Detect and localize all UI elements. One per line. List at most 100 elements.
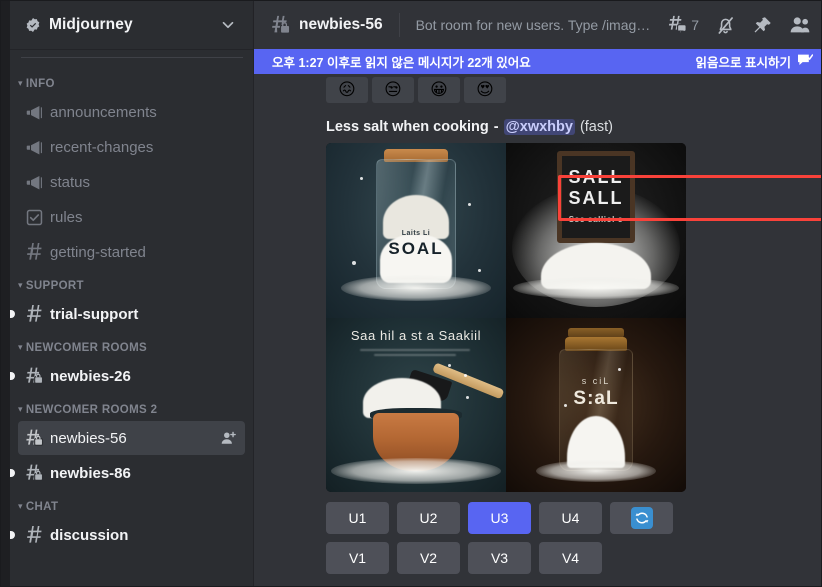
reaction-emoji: 😍 [476, 79, 494, 100]
sidebar-divider [21, 57, 243, 58]
reaction-disappointed[interactable]: 😒 [372, 77, 414, 103]
sidebar-item-label: status [50, 173, 91, 191]
grid-image-3-text: Saa hil a st a Saakiil [350, 327, 482, 343]
category-label: NEWCOMER ROOMS [25, 342, 148, 354]
unread-messages-bar[interactable]: 오후 1:27 이후로 읽지 않은 메시지가 22개 있어요 읽음으로 표시하기 [254, 49, 821, 74]
variation-button-v3[interactable]: V3 [468, 542, 531, 574]
sidebar-item-label: discussion [50, 526, 129, 544]
chevron-down-icon: ▾ [18, 500, 23, 511]
announcement-megaphone-icon [24, 137, 44, 157]
sidebar-item-label: announcements [50, 103, 157, 121]
chevron-down-icon: ▾ [18, 341, 23, 352]
threads-count: 7 [691, 17, 699, 33]
variation-button-v1[interactable]: V1 [326, 542, 389, 574]
reaction-row: 😖 😒 😀 😍 [270, 74, 821, 107]
upscale-button-u1[interactable]: U1 [326, 502, 389, 534]
message-prompt: Less salt when cooking - @xwxhby (fast) [270, 113, 821, 139]
variation-button-v4[interactable]: V4 [539, 542, 602, 574]
topbar-divider [398, 13, 400, 37]
variation-button-row: V1 V2 V3 V4 [326, 542, 821, 574]
variation-button-v2[interactable]: V2 [397, 542, 460, 574]
server-rail [1, 1, 10, 586]
mark-read-icon [797, 53, 814, 71]
add-member-icon[interactable] [219, 429, 237, 447]
hash-icon [24, 304, 44, 324]
chevron-down-icon: ▾ [18, 403, 23, 414]
server-name: Midjourney [49, 16, 133, 33]
mark-as-read-button[interactable]: 읽음으로 표시하기 [695, 52, 814, 71]
sidebar-item-newbies-56[interactable]: newbies-56 [18, 421, 245, 455]
reaction-emoji: 😀 [430, 79, 448, 100]
category-info[interactable]: ▾ INFO [1, 68, 253, 94]
channel-list[interactable]: ▾ INFO announcements recent-changes status ru… [1, 49, 253, 586]
category-support[interactable]: ▾ SUPPORT [1, 270, 253, 296]
sidebar-item-status[interactable]: status [18, 165, 245, 199]
reaction-heart-eyes[interactable]: 😍 [464, 77, 506, 103]
reaction-emoji: 😒 [384, 79, 402, 100]
server-header[interactable]: Midjourney [1, 1, 253, 49]
hash-icon [24, 525, 44, 545]
generated-image-grid[interactable]: Laits Li SOAL SALL SALL Sso salIiol o Sa… [326, 143, 686, 492]
sidebar-item-label: rules [50, 208, 83, 226]
prompt-mode-suffix: (fast) [579, 119, 613, 135]
reroll-button[interactable] [610, 502, 673, 534]
mark-as-read-label: 읽음으로 표시하기 [695, 56, 791, 70]
channel-topbar: newbies-56 Bot room for new users. Type … [254, 1, 821, 49]
sidebar-item-discussion[interactable]: discussion [7, 518, 245, 552]
category-newcomer-rooms[interactable]: ▾ NEWCOMER ROOMS [1, 332, 253, 358]
grid-image-3[interactable]: Saa hil a st a Saakiil [326, 317, 506, 492]
pin-icon[interactable] [752, 15, 773, 36]
category-label: CHAT [25, 501, 59, 513]
hash-lock-icon [268, 13, 292, 37]
upscale-button-row: U1 U2 U3 U4 [326, 502, 821, 534]
hash-lock-icon [24, 463, 44, 483]
upscale-button-u2[interactable]: U2 [397, 502, 460, 534]
grid-image-1[interactable]: Laits Li SOAL [326, 143, 506, 318]
channel-title: newbies-56 [299, 16, 383, 33]
sidebar-item-newbies-86[interactable]: newbies-86 [7, 456, 245, 490]
members-icon[interactable] [789, 14, 811, 36]
message-area: 😖 😒 😀 😍 Less salt when cooking - @xwxhby (f… [254, 74, 821, 586]
sidebar-item-getting-started[interactable]: getting-started [18, 235, 245, 269]
threads-button[interactable]: 7 [666, 14, 699, 36]
announcement-megaphone-icon [24, 172, 44, 192]
sidebar-item-recent-changes[interactable]: recent-changes [18, 130, 245, 164]
chevron-down-icon: ▾ [18, 279, 23, 290]
grid-image-2[interactable]: SALL SALL Sso salIiol o [506, 143, 686, 318]
main-content: newbies-56 Bot room for new users. Type … [254, 1, 821, 586]
grid-image-4[interactable]: s ciL S:aL [506, 317, 686, 492]
category-label: NEWCOMER ROOMS 2 [25, 404, 158, 416]
bell-muted-icon[interactable] [715, 15, 736, 36]
discord-window: Midjourney ▾ INFO announcements recent-chan… [0, 0, 822, 587]
refresh-icon [630, 507, 653, 529]
sidebar-item-trial-support[interactable]: trial-support [7, 297, 245, 331]
sidebar-item-newbies-26[interactable]: newbies-26 [7, 359, 245, 393]
channel-topic: Bot room for new users. Type /imagine ..… [415, 17, 653, 33]
reaction-grinning[interactable]: 😀 [418, 77, 460, 103]
unread-message-text: 오후 1:27 이후로 읽지 않은 메시지가 22개 있어요 [272, 56, 531, 70]
reaction-confounded[interactable]: 😖 [326, 77, 368, 103]
category-label: INFO [25, 78, 55, 90]
category-newcomer-rooms-2[interactable]: ▾ NEWCOMER ROOMS 2 [1, 394, 253, 420]
topbar-actions: 7 [652, 14, 811, 36]
action-buttons: U1 U2 U3 U4 V1 V2 V3 V4 [326, 502, 821, 574]
sidebar-item-label: newbies-26 [50, 367, 131, 385]
chevron-down-icon: ▾ [18, 77, 23, 88]
hash-icon [24, 242, 44, 262]
rules-checkbox-icon [24, 207, 44, 227]
reaction-emoji: 😖 [338, 79, 356, 100]
channel-sidebar: Midjourney ▾ INFO announcements recent-chan… [1, 1, 254, 586]
sidebar-item-label: getting-started [50, 243, 146, 261]
sidebar-item-announcements[interactable]: announcements [18, 95, 245, 129]
user-mention[interactable]: @xwxhby [503, 119, 575, 135]
announcement-megaphone-icon [24, 102, 44, 122]
prompt-text: Less salt when cooking [326, 119, 489, 135]
chevron-down-icon[interactable] [219, 16, 237, 34]
upscale-button-u4[interactable]: U4 [539, 502, 602, 534]
upscale-button-u3[interactable]: U3 [468, 502, 531, 534]
prompt-dash: - [493, 119, 499, 135]
category-chat[interactable]: ▾ CHAT [1, 491, 253, 517]
sidebar-item-rules[interactable]: rules [18, 200, 245, 234]
sidebar-item-label: newbies-56 [50, 429, 127, 447]
sidebar-item-label: trial-support [50, 305, 139, 323]
